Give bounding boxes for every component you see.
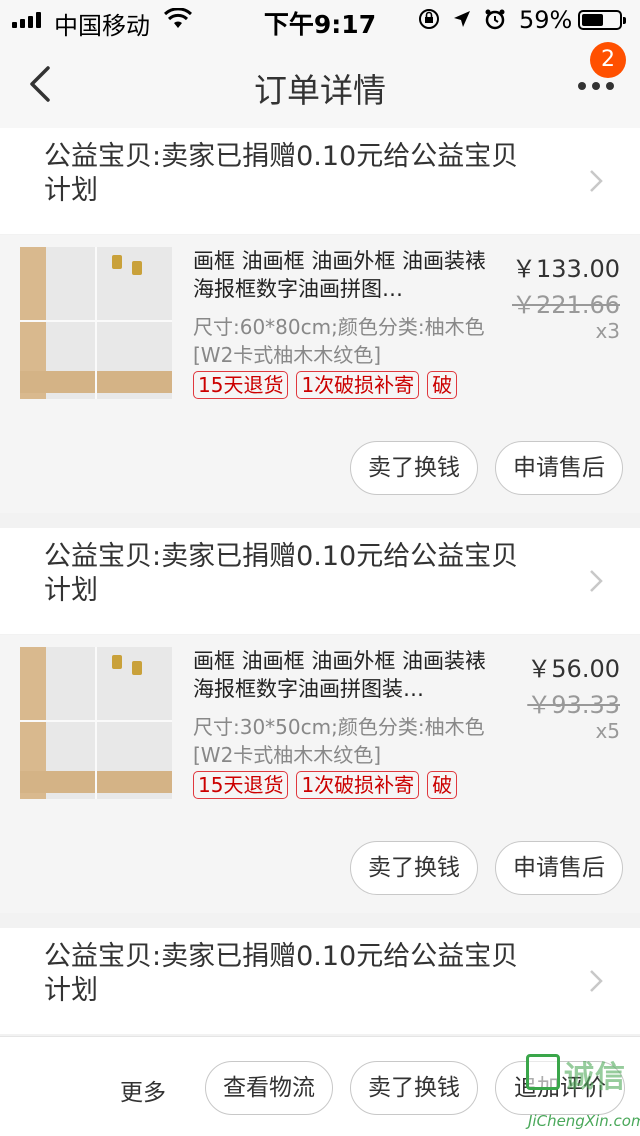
product-image[interactable] xyxy=(20,647,172,799)
original-price: ￥221.66 xyxy=(512,291,620,319)
navigation-bar: 订单详情 2 xyxy=(0,40,640,128)
charity-text: 公益宝贝:卖家已捐赠0.10元给公益宝贝计划 xyxy=(44,541,519,606)
service-tag: 15天退货 xyxy=(193,771,289,799)
charity-text: 公益宝贝:卖家已捐赠0.10元给公益宝贝计划 xyxy=(44,141,519,206)
charity-row[interactable]: 公益宝贝:卖家已捐赠0.10元给公益宝贝计划 xyxy=(0,528,640,634)
service-tag: 破 xyxy=(427,371,458,399)
battery-level xyxy=(582,14,604,26)
battery-percent: 59% xyxy=(519,6,573,34)
page-title: 订单详情 xyxy=(254,71,386,110)
sell-button[interactable]: 卖了换钱 xyxy=(350,841,478,895)
service-tags: 15天退货 1次破损补寄破 xyxy=(193,371,497,401)
watermark-url: JiChengXin.com xyxy=(528,1112,640,1130)
item-quantity: x3 xyxy=(595,319,620,343)
sell-button[interactable]: 卖了换钱 xyxy=(350,1061,478,1115)
product-sku: 尺寸:60*80cm;颜色分类:柚木色[W2卡式柚木木纹色] xyxy=(193,315,485,367)
product-title[interactable]: 画框 油画框 油画外框 油画装裱 海报框数字油画拼图装… xyxy=(193,647,497,703)
product-title[interactable]: 画框 油画框 油画外框 油画装裱 海报框数字油画拼图… xyxy=(193,247,497,303)
more-button[interactable]: 更多 xyxy=(120,1073,166,1107)
service-tag: 1次破损补寄 xyxy=(296,371,420,399)
alarm-icon xyxy=(484,8,506,35)
after-sale-button[interactable]: 申请售后 xyxy=(495,841,623,895)
location-arrow-icon xyxy=(452,9,472,34)
item-price: ￥133.00 xyxy=(512,255,620,283)
rotation-lock-icon xyxy=(418,8,440,35)
item-quantity: x5 xyxy=(595,719,620,743)
watermark-logo: 诚信 JiChengXin.com xyxy=(522,1052,640,1136)
service-tag: 1次破损补寄 xyxy=(296,771,420,799)
charity-row[interactable]: 公益宝贝:卖家已捐赠0.10元给公益宝贝计划 xyxy=(0,928,640,1034)
chevron-right-icon xyxy=(590,570,603,592)
product-image[interactable] xyxy=(20,247,172,399)
product-sku: 尺寸:30*50cm;颜色分类:柚木色[W2卡式柚木木纹色] xyxy=(193,715,485,767)
battery-icon xyxy=(578,10,626,30)
service-tag: 破 xyxy=(427,771,458,799)
order-item[interactable]: 画框 油画框 油画外框 油画装裱 海报框数字油画拼图装… 尺寸:30*50cm;… xyxy=(0,635,640,913)
item-price: ￥56.00 xyxy=(527,655,620,683)
service-tags: 15天退货 1次破损补寄破 xyxy=(193,771,497,801)
original-price: ￥93.33 xyxy=(527,691,620,719)
charity-text: 公益宝贝:卖家已捐赠0.10元给公益宝贝计划 xyxy=(44,941,519,1006)
watermark-text: 诚信 xyxy=(564,1060,626,1095)
chevron-right-icon xyxy=(590,970,603,992)
after-sale-button[interactable]: 申请售后 xyxy=(495,441,623,495)
sell-button[interactable]: 卖了换钱 xyxy=(350,441,478,495)
service-tag: 15天退货 xyxy=(193,371,289,399)
charity-row[interactable]: 公益宝贝:卖家已捐赠0.10元给公益宝贝计划 xyxy=(0,128,640,234)
notification-badge: 2 xyxy=(590,42,626,78)
order-item[interactable]: 画框 油画框 油画外框 油画装裱 海报框数字油画拼图… 尺寸:60*80cm;颜… xyxy=(0,235,640,513)
status-bar: 中国移动 下午9:17 59% xyxy=(0,0,640,40)
watermark-icon xyxy=(526,1054,560,1090)
view-logistics-button[interactable]: 查看物流 xyxy=(205,1061,333,1115)
more-dots-icon[interactable] xyxy=(572,74,620,98)
chevron-right-icon xyxy=(590,170,603,192)
